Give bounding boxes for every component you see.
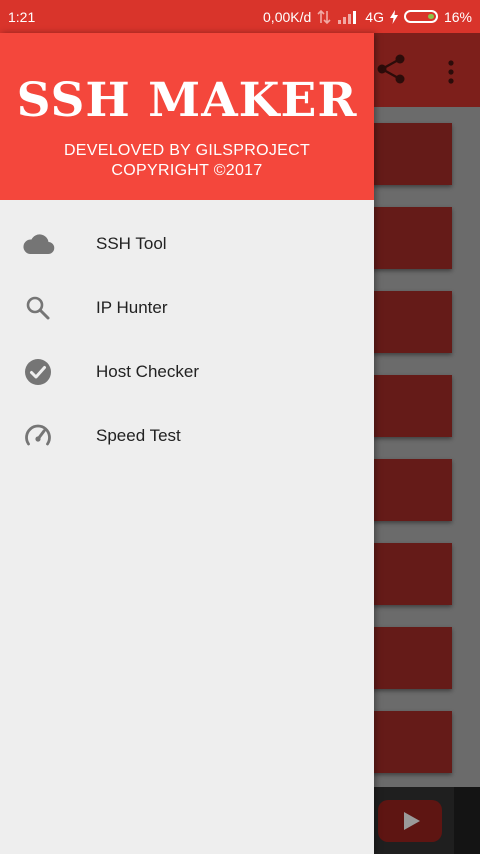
menu-item-label: IP Hunter — [96, 298, 168, 317]
charging-icon — [389, 9, 398, 24]
battery-level — [427, 14, 434, 19]
copyright-text: COPYRIGHT ©2017 — [111, 162, 263, 179]
menu-item-ssh-tool[interactable]: SSH Tool — [0, 212, 374, 276]
battery-icon — [403, 10, 438, 23]
search-icon — [20, 290, 56, 326]
app-title: SSH MAKER — [16, 73, 358, 128]
background-card[interactable] — [372, 207, 452, 269]
menu-item-label: Host Checker — [96, 362, 199, 381]
data-transfer-icon — [317, 9, 331, 24]
battery-percent: 16% — [443, 8, 472, 25]
background-card[interactable] — [372, 711, 452, 773]
background-card[interactable] — [372, 123, 452, 185]
menu-item-ip-hunter[interactable]: IP Hunter — [0, 276, 374, 340]
menu-item-label: Speed Test — [96, 426, 181, 445]
drawer-menu: SSH Tool IP Hunter Host Checker Speed Te… — [0, 212, 374, 468]
menu-item-label: SSH Tool — [96, 234, 167, 253]
background-card[interactable] — [372, 291, 452, 353]
background-bottom-strip — [454, 787, 480, 854]
speedometer-icon — [20, 418, 56, 454]
cloud-icon — [20, 226, 56, 262]
navigation-drawer: SSH MAKER DEVELOVED BY GILSPROJECT COPYR… — [0, 33, 374, 854]
status-indicators: 0,00K/d 4G 16% — [263, 9, 472, 25]
menu-item-host-checker[interactable]: Host Checker — [0, 340, 374, 404]
status-bar: 1:21 0,00K/d 4G 16% — [0, 0, 480, 33]
background-card[interactable] — [372, 627, 452, 689]
play-icon[interactable] — [378, 800, 442, 842]
signal-icon — [338, 10, 357, 24]
check-circle-icon — [20, 354, 56, 390]
share-icon[interactable] — [374, 51, 410, 87]
overflow-menu-icon[interactable] — [446, 59, 456, 85]
background-card[interactable] — [372, 543, 452, 605]
developer-credit: DEVELOVED BY GILSPROJECT — [63, 142, 311, 159]
status-time: 1:21 — [8, 8, 36, 25]
background-card[interactable] — [372, 375, 452, 437]
drawer-header: SSH MAKER DEVELOVED BY GILSPROJECT COPYR… — [0, 33, 374, 200]
menu-item-speed-test[interactable]: Speed Test — [0, 404, 374, 468]
network-speed: 0,00K/d — [263, 8, 312, 25]
network-type: 4G — [365, 8, 384, 25]
background-card[interactable] — [372, 459, 452, 521]
